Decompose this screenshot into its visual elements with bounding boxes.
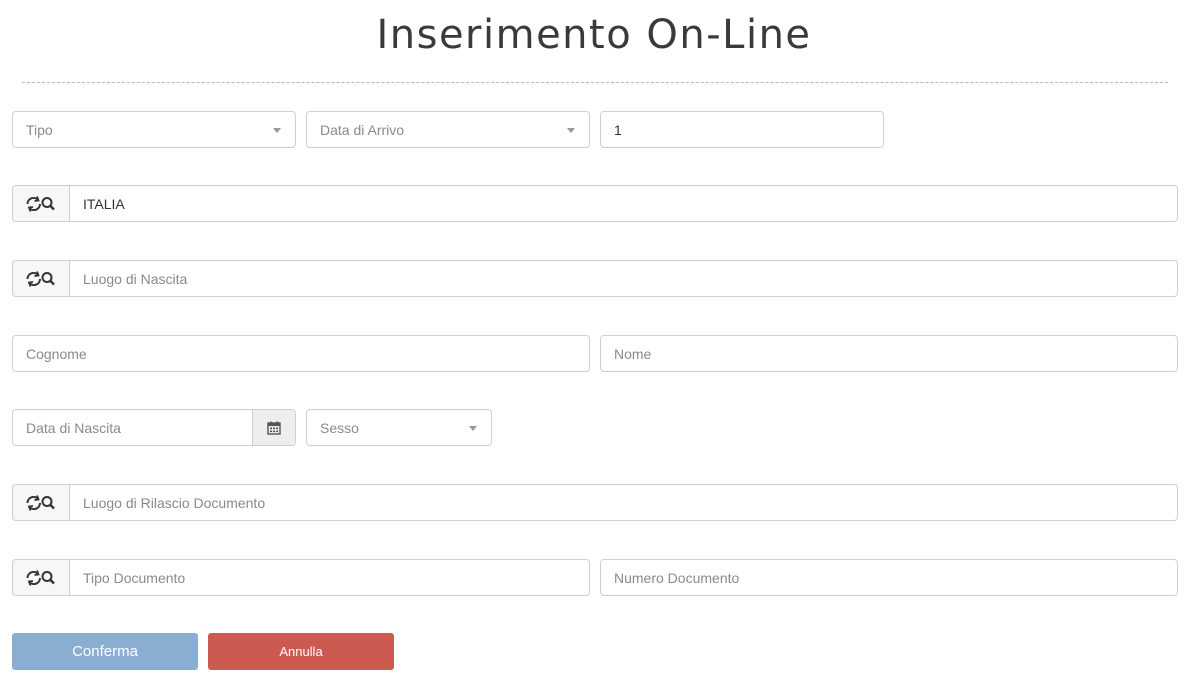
refresh-search-icon <box>26 569 55 586</box>
numero-documento-input[interactable]: Numero Documento <box>600 559 1178 596</box>
page-title: Inserimento On-Line <box>376 12 812 58</box>
caret-down-icon <box>273 128 281 133</box>
nome-placeholder: Nome <box>614 345 652 362</box>
luogo-rilascio-lookup-button[interactable] <box>13 485 70 520</box>
nazione-value: ITALIA <box>83 195 125 212</box>
tipo-select[interactable]: Tipo <box>12 111 296 148</box>
luogo-nascita-placeholder: Luogo di Nascita <box>83 270 188 287</box>
tipo-placeholder: Tipo <box>26 121 53 138</box>
luogo-nascita-lookup-button[interactable] <box>13 261 70 296</box>
title-divider <box>22 82 1168 83</box>
cognome-placeholder: Cognome <box>26 345 87 362</box>
nome-input[interactable]: Nome <box>600 335 1178 372</box>
cognome-input[interactable]: Cognome <box>12 335 590 372</box>
quantita-input[interactable]: 1 <box>600 111 884 148</box>
data-arrivo-select[interactable]: Data di Arrivo <box>306 111 590 148</box>
luogo-rilascio-placeholder: Luogo di Rilascio Documento <box>83 494 266 511</box>
refresh-search-icon <box>26 195 55 212</box>
confirm-button[interactable]: Conferma <box>12 633 198 670</box>
calendar-button[interactable] <box>252 410 295 445</box>
caret-down-icon <box>469 426 477 431</box>
luogo-nascita-lookup-field[interactable]: Luogo di Nascita <box>12 260 1178 297</box>
sesso-placeholder: Sesso <box>320 419 359 436</box>
cancel-button[interactable]: Annulla <box>208 633 394 670</box>
sesso-select[interactable]: Sesso <box>306 409 492 446</box>
caret-down-icon <box>567 128 575 133</box>
tipo-documento-lookup-field[interactable]: Tipo Documento <box>12 559 590 596</box>
quantita-value: 1 <box>614 121 622 138</box>
nazione-lookup-button[interactable] <box>13 186 70 221</box>
numero-documento-placeholder: Numero Documento <box>614 569 740 586</box>
refresh-search-icon <box>26 270 55 287</box>
refresh-search-icon <box>26 494 55 511</box>
data-nascita-input[interactable]: Data di Nascita <box>12 409 296 446</box>
tipo-documento-lookup-button[interactable] <box>13 560 70 595</box>
data-nascita-placeholder: Data di Nascita <box>26 419 121 436</box>
nazione-lookup-field[interactable]: ITALIA <box>12 185 1178 222</box>
luogo-rilascio-lookup-field[interactable]: Luogo di Rilascio Documento <box>12 484 1178 521</box>
tipo-documento-placeholder: Tipo Documento <box>83 569 186 586</box>
calendar-icon <box>267 421 281 435</box>
data-arrivo-placeholder: Data di Arrivo <box>320 121 405 138</box>
